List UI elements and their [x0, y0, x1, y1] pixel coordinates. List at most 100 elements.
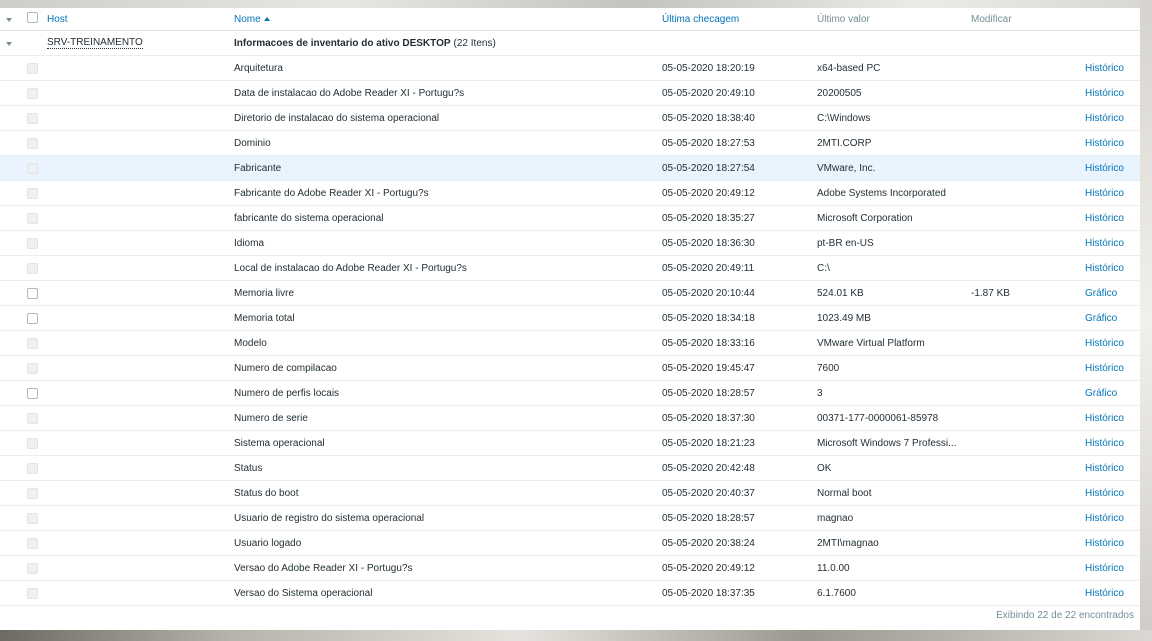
- item-name: fabricante do sistema operacional: [234, 212, 384, 224]
- collapse-all-caret-icon[interactable]: [6, 18, 12, 22]
- row-checkbox: [27, 413, 38, 424]
- table-row: Numero de compilacao 05-05-2020 19:45:47 7…: [0, 356, 1140, 381]
- item-action-link[interactable]: Gráfico: [1085, 313, 1117, 324]
- item-action-link[interactable]: Histórico: [1085, 238, 1124, 249]
- item-last-value: Normal boot: [817, 487, 872, 499]
- item-name: Data de instalacao do Adobe Reader XI - …: [234, 87, 465, 99]
- table-row: Dominio 05-05-2020 18:27:53 2MTI.CORP Histó…: [0, 131, 1140, 156]
- item-last-value: pt-BR en-US: [817, 237, 874, 249]
- table-row: Arquitetura 05-05-2020 18:20:19 x64-based …: [0, 56, 1140, 81]
- table-row: Versao do Sistema operacional 05-05-2020 …: [0, 581, 1140, 606]
- row-checkbox: [27, 563, 38, 574]
- row-checkbox: [27, 163, 38, 174]
- item-last-check: 05-05-2020 18:27:53: [662, 137, 755, 149]
- item-last-check: 05-05-2020 18:37:30: [662, 412, 755, 424]
- row-checkbox: [27, 438, 38, 449]
- item-name: Status: [234, 462, 263, 474]
- item-last-check: 05-05-2020 18:35:27: [662, 212, 755, 224]
- item-name: Fabricante do Adobe Reader XI - Portugu?…: [234, 187, 429, 199]
- item-name: Memoria total: [234, 312, 295, 324]
- item-last-value: VMware Virtual Platform: [817, 337, 925, 349]
- background-photo-right: [1140, 0, 1152, 641]
- item-action-link[interactable]: Gráfico: [1085, 288, 1117, 299]
- row-checkbox: [27, 63, 38, 74]
- item-last-check: 05-05-2020 18:33:16: [662, 337, 755, 349]
- item-action-link[interactable]: Histórico: [1085, 88, 1124, 99]
- item-name: Diretorio de instalacao do sistema opera…: [234, 112, 440, 124]
- row-checkbox: [27, 213, 38, 224]
- row-checkbox: [27, 488, 38, 499]
- name-column-header[interactable]: Nome: [234, 14, 261, 25]
- item-last-value: 00371-177-0000061-85978: [817, 412, 939, 424]
- item-action-link[interactable]: Histórico: [1085, 163, 1124, 174]
- item-action-link[interactable]: Histórico: [1085, 563, 1124, 574]
- item-last-check: 05-05-2020 20:40:37: [662, 487, 755, 499]
- item-action-link[interactable]: Histórico: [1085, 363, 1124, 374]
- item-action-link[interactable]: Histórico: [1085, 263, 1124, 274]
- item-action-link[interactable]: Histórico: [1085, 463, 1124, 474]
- item-last-value: VMware, Inc.: [817, 162, 876, 174]
- item-last-value: OK: [817, 462, 832, 474]
- table-row: Memoria total 05-05-2020 18:34:18 1023.49 …: [0, 306, 1140, 331]
- item-action-link[interactable]: Histórico: [1085, 188, 1124, 199]
- row-checkbox: [27, 263, 38, 274]
- item-action-link[interactable]: Histórico: [1085, 588, 1124, 599]
- last-check-column-header[interactable]: Última checagem: [662, 14, 739, 25]
- item-action-link[interactable]: Histórico: [1085, 488, 1124, 499]
- row-checkbox: [27, 338, 38, 349]
- item-action-link[interactable]: Histórico: [1085, 413, 1124, 424]
- item-last-value: Adobe Systems Incorporated: [817, 187, 946, 199]
- item-last-check: 05-05-2020 18:28:57: [662, 512, 755, 524]
- table-row: Sistema operacional 05-05-2020 18:21:23 Mi…: [0, 431, 1140, 456]
- item-name: Usuario de registro do sistema operacion…: [234, 512, 425, 524]
- row-checkbox: [27, 538, 38, 549]
- group-title: Informacoes de inventario do ativo DESKT…: [234, 37, 451, 49]
- item-action-link[interactable]: Histórico: [1085, 213, 1124, 224]
- row-checkbox: [27, 188, 38, 199]
- table-row: Status do boot 05-05-2020 20:40:37 Normal …: [0, 481, 1140, 506]
- table-row: Memoria livre 05-05-2020 20:10:44 524.01 K…: [0, 281, 1140, 306]
- item-last-value: C:\: [817, 262, 830, 274]
- item-action-link[interactable]: Histórico: [1085, 338, 1124, 349]
- table-row: Diretorio de instalacao do sistema opera…: [0, 106, 1140, 131]
- item-last-check: 05-05-2020 20:49:12: [662, 562, 755, 574]
- row-checkbox: [27, 113, 38, 124]
- item-action-link[interactable]: Histórico: [1085, 113, 1124, 124]
- item-action-link[interactable]: Histórico: [1085, 538, 1124, 549]
- item-last-check: 05-05-2020 20:49:10: [662, 87, 755, 99]
- item-action-link[interactable]: Histórico: [1085, 438, 1124, 449]
- item-name: Local de instalacao do Adobe Reader XI -…: [234, 262, 467, 274]
- results-summary: Exibindo 22 de 22 encontrados: [996, 610, 1134, 621]
- row-checkbox[interactable]: [27, 388, 38, 399]
- item-last-check: 05-05-2020 18:27:54: [662, 162, 755, 174]
- item-last-check: 05-05-2020 20:42:48: [662, 462, 755, 474]
- item-action-link[interactable]: Histórico: [1085, 63, 1124, 74]
- table-row: Fabricante do Adobe Reader XI - Portugu?…: [0, 181, 1140, 206]
- item-name: Versao do Adobe Reader XI - Portugu?s: [234, 562, 413, 574]
- item-name: Arquitetura: [234, 62, 283, 74]
- item-action-link[interactable]: Histórico: [1085, 138, 1124, 149]
- table-row: Data de instalacao do Adobe Reader XI - …: [0, 81, 1140, 106]
- item-action-link[interactable]: Histórico: [1085, 513, 1124, 524]
- row-checkbox[interactable]: [27, 288, 38, 299]
- host-column-header[interactable]: Host: [47, 14, 68, 25]
- item-last-check: 05-05-2020 20:10:44: [662, 287, 755, 299]
- table-row: Usuario de registro do sistema operacion…: [0, 506, 1140, 531]
- group-collapse-caret-icon[interactable]: [6, 42, 12, 46]
- table-row: Usuario logado 05-05-2020 20:38:24 2MTI\ma…: [0, 531, 1140, 556]
- select-all-checkbox[interactable]: [27, 12, 38, 23]
- item-last-check: 05-05-2020 20:49:11: [662, 262, 755, 274]
- background-photo-top: [0, 0, 1152, 8]
- item-name: Numero de compilacao: [234, 362, 337, 374]
- table-row: Modelo 05-05-2020 18:33:16 VMware Virtual …: [0, 331, 1140, 356]
- item-action-link[interactable]: Gráfico: [1085, 388, 1117, 399]
- row-checkbox: [27, 463, 38, 474]
- item-name: Memoria livre: [234, 287, 295, 299]
- group-host-link[interactable]: SRV-TREINAMENTO: [47, 37, 143, 49]
- item-name: Usuario logado: [234, 537, 302, 549]
- row-checkbox[interactable]: [27, 313, 38, 324]
- item-name: Modelo: [234, 337, 267, 349]
- item-last-check: 05-05-2020 18:20:19: [662, 62, 755, 74]
- item-last-value: 20200505: [817, 87, 862, 99]
- item-last-check: 05-05-2020 18:28:57: [662, 387, 755, 399]
